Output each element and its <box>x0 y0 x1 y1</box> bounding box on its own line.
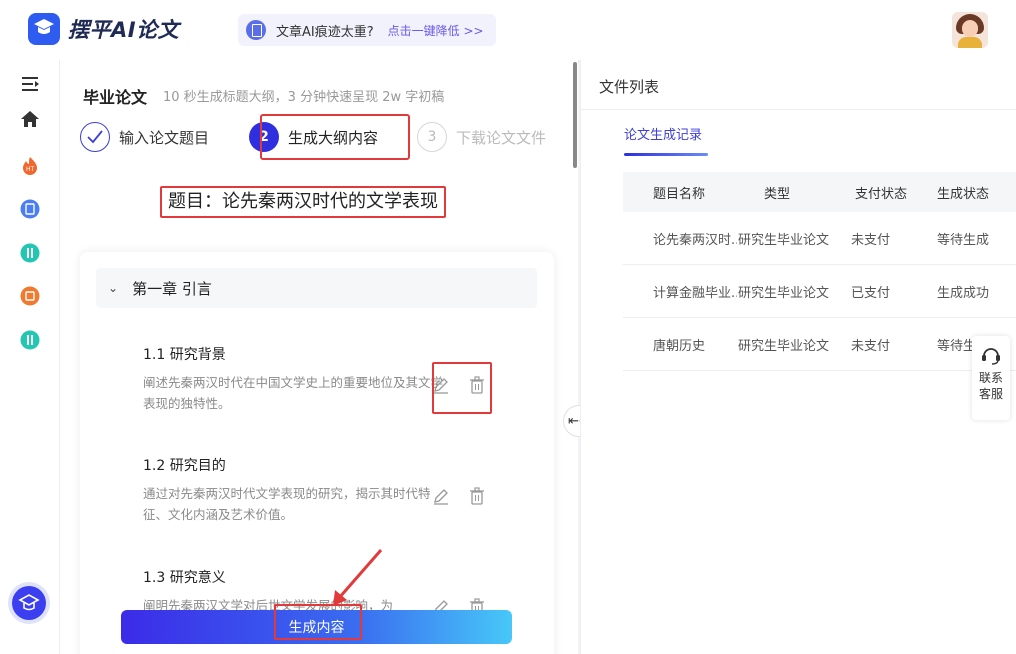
section-title: 1.1 研究背景 <box>143 347 226 363</box>
menu-collapse-icon[interactable] <box>20 74 40 94</box>
outline-section: 1.2 研究目的 通过对先秦两汉时代文学表现的研究，揭示其时代特征、文化内涵及艺… <box>143 455 443 525</box>
paper-icon[interactable] <box>20 199 40 219</box>
chapter-title: 第一章 引言 <box>132 279 212 298</box>
report-icon[interactable] <box>20 286 40 306</box>
app-logo[interactable]: 摆平AI论文 <box>28 13 179 45</box>
delete-icon[interactable] <box>468 376 486 394</box>
section-title: 1.2 研究目的 <box>143 458 226 474</box>
panel-header: 文件列表 <box>581 60 1016 110</box>
cell-title: 计算金融毕业... <box>653 285 737 301</box>
hot-icon[interactable]: HT <box>20 156 40 176</box>
column-header: 支付状态 <box>855 186 908 202</box>
cell-gen-status: 生成成功 <box>937 285 990 301</box>
rewrite-icon[interactable] <box>20 243 40 263</box>
outline-section: 1.1 研究背景 阐述先秦两汉时代在中国文学史上的重要地位及其文学表现的独特性。 <box>143 344 443 414</box>
cell-title: 唐朝历史 <box>653 338 706 354</box>
user-avatar[interactable] <box>952 12 988 48</box>
svg-text:HT: HT <box>26 166 35 173</box>
table-row[interactable]: 计算金融毕业... 研究生毕业论文 已支付 生成成功 <box>623 265 1016 318</box>
graduation-cap-icon <box>28 13 60 45</box>
table-row[interactable]: 唐朝历史 研究生毕业论文 未支付 等待生成 <box>623 318 1016 371</box>
step-input-topic[interactable]: 输入论文题目 <box>80 120 209 154</box>
paper-topic: 题目：论先秦两汉时代的文学表现 <box>160 186 446 218</box>
customer-service-button[interactable]: 联系客服 <box>972 336 1010 420</box>
outline-card: ⌄ 第一章 引言 1.1 研究背景 阐述先秦两汉时代在中国文学史上的重要地位及其… <box>80 252 554 654</box>
step-label: 下载论文文件 <box>456 128 547 147</box>
table-row[interactable]: 论先秦两汉时... 研究生毕业论文 未支付 等待生成 <box>623 212 1016 265</box>
cell-type: 研究生毕业论文 <box>738 285 830 301</box>
edit-icon[interactable] <box>432 376 450 394</box>
outline-panel: 毕业论文 10 秒生成标题大纲，3 分钟快速呈现 2w 字初稿 输入论文题目 2… <box>60 60 572 654</box>
cell-type: 研究生毕业论文 <box>738 232 830 248</box>
outline-section: 1.3 研究意义 阐明先秦两汉文学对后世文学发展的影响，为 <box>143 567 443 616</box>
generate-content-button[interactable]: 生成内容 <box>121 610 512 644</box>
page-title: 毕业论文 <box>83 88 148 107</box>
tab-underline <box>624 153 708 156</box>
column-header: 生成状态 <box>937 186 990 202</box>
section-desc: 通过对先秦两汉时代文学表现的研究，揭示其时代特征、文化内涵及艺术价值。 <box>143 486 431 522</box>
panel-title: 文件列表 <box>599 78 660 96</box>
step-label: 生成大纲内容 <box>288 128 379 147</box>
step-generate-outline[interactable]: 2 生成大纲内容 <box>249 120 378 154</box>
section-title: 1.3 研究意义 <box>143 570 226 586</box>
cell-title: 论先秦两汉时... <box>653 232 737 248</box>
home-icon[interactable] <box>20 109 40 129</box>
column-header: 题目名称 <box>653 186 706 202</box>
promo-text: 文章AI痕迹太重? <box>276 24 374 40</box>
section-actions <box>432 487 486 505</box>
delete-icon[interactable] <box>468 487 486 505</box>
step-number: 2 <box>249 122 279 152</box>
document-icon <box>246 20 266 40</box>
chapter-header[interactable]: ⌄ 第一章 引言 <box>96 268 537 308</box>
edit-icon[interactable] <box>432 487 450 505</box>
step-number: 3 <box>417 122 447 152</box>
cell-type: 研究生毕业论文 <box>738 338 830 354</box>
support-label: 联系客服 <box>978 371 1003 401</box>
records-table: 题目名称 类型 支付状态 生成状态 论先秦两汉时... 研究生毕业论文 未支付 … <box>623 172 1016 371</box>
cell-pay-status: 未支付 <box>851 232 891 248</box>
scrollbar-thumb[interactable] <box>573 62 577 168</box>
headset-icon <box>982 348 1000 365</box>
cell-pay-status: 已支付 <box>851 285 891 301</box>
cell-pay-status: 未支付 <box>851 338 891 354</box>
cell-gen-status: 等待生成 <box>937 232 990 248</box>
section-desc: 阐述先秦两汉时代在中国文学史上的重要地位及其文学表现的独特性。 <box>143 375 444 411</box>
top-bar: 摆平AI论文 文章AI痕迹太重? 点击一键降低 >> <box>0 0 1016 60</box>
promo-link[interactable]: 点击一键降低 >> <box>388 22 484 39</box>
step-label: 输入论文题目 <box>119 128 210 147</box>
check-icon <box>80 122 110 152</box>
graduation-cap-icon[interactable] <box>12 586 46 620</box>
annotation-arrow <box>333 549 383 606</box>
chevron-down-icon[interactable]: ⌄ <box>108 281 118 295</box>
table-header: 题目名称 类型 支付状态 生成状态 <box>623 172 1016 212</box>
file-list-panel: 文件列表 论文生成记录 题目名称 类型 支付状态 生成状态 论先秦两汉时... … <box>580 60 1016 654</box>
tab-generation-records[interactable]: 论文生成记录 <box>624 124 702 143</box>
reduce-icon[interactable] <box>20 330 40 350</box>
page-subtitle: 10 秒生成标题大纲，3 分钟快速呈现 2w 字初稿 <box>163 90 445 105</box>
app-name: 摆平AI论文 <box>68 18 180 42</box>
column-header: 类型 <box>764 186 791 202</box>
step-download[interactable]: 3 下载论文文件 <box>417 120 546 154</box>
promo-banner[interactable]: 文章AI痕迹太重? 点击一键降低 >> <box>238 14 496 46</box>
sidebar: HT <box>0 60 60 654</box>
step-indicator: 输入论文题目 2 生成大纲内容 3 下载论文文件 <box>80 114 572 160</box>
section-actions <box>432 376 486 394</box>
